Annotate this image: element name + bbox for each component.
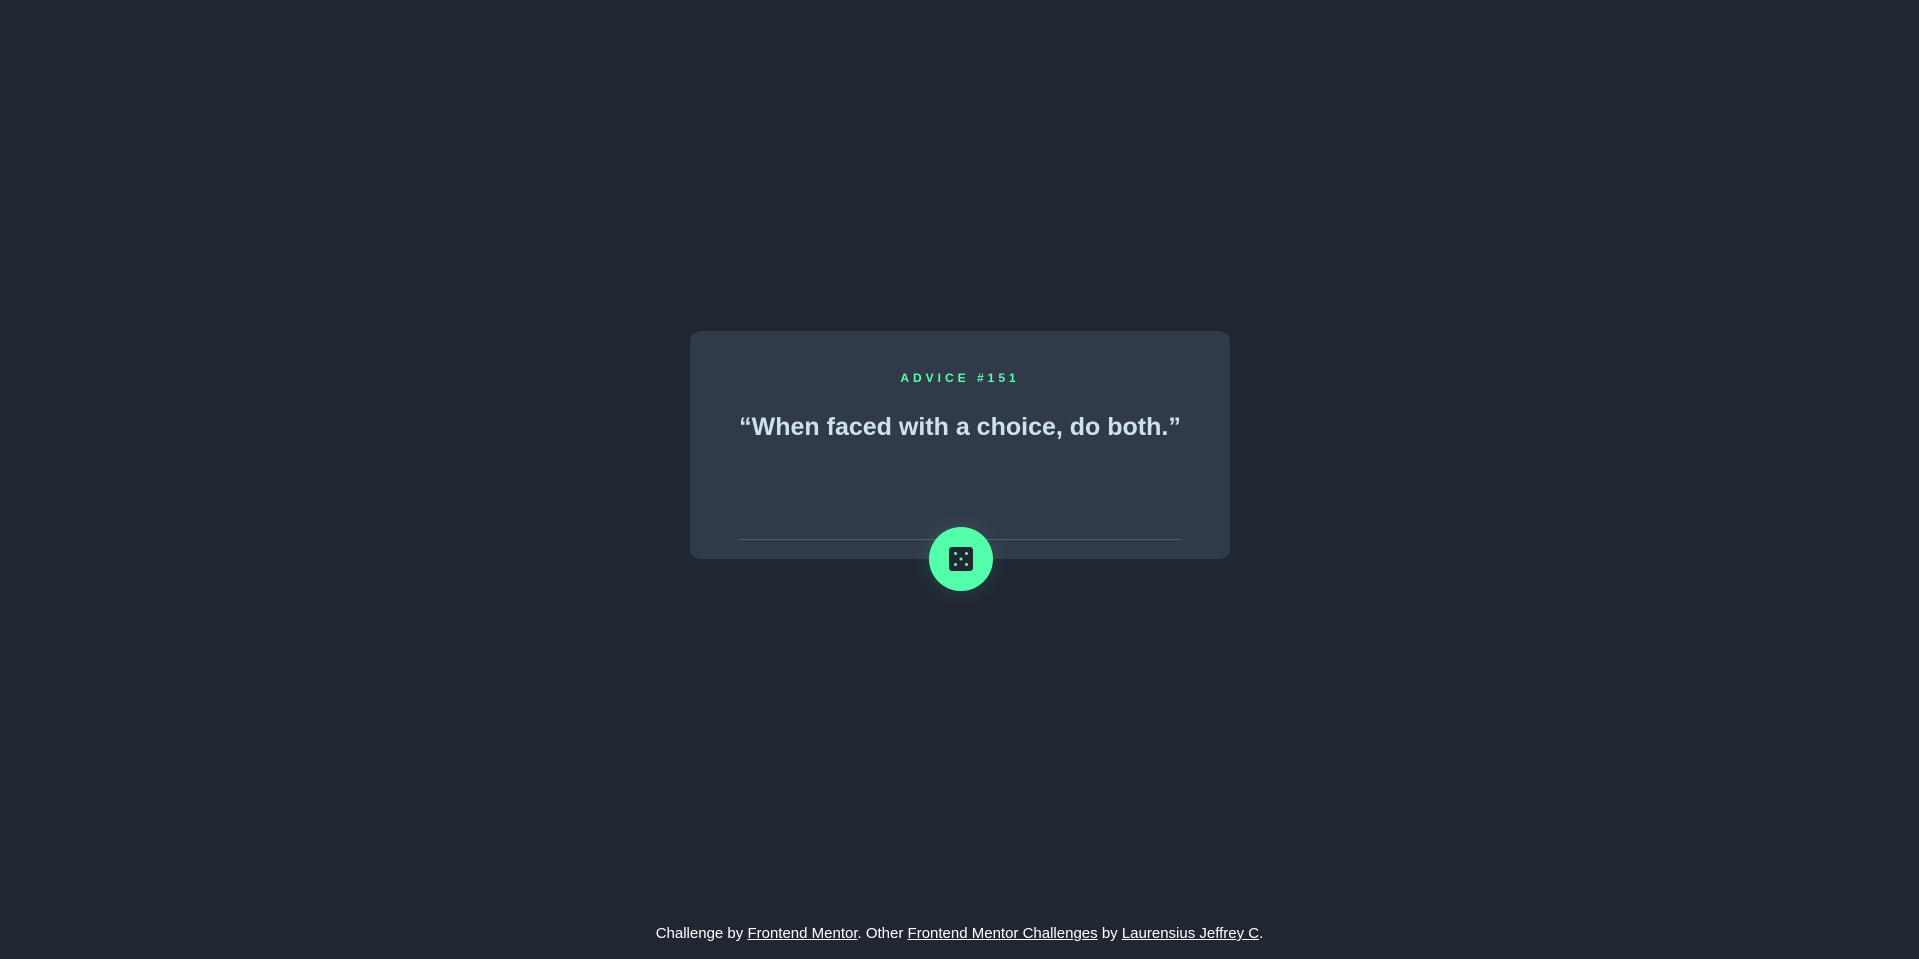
- frontend-mentor-link[interactable]: Frontend Mentor: [747, 925, 857, 942]
- attribution-footer: Challenge by Frontend Mentor. Other Fron…: [0, 925, 1919, 942]
- page: ADVICE #151 “When faced with a choice, d…: [0, 0, 1919, 959]
- challenges-link[interactable]: Frontend Mentor Challenges: [908, 925, 1098, 942]
- dice-icon: [949, 547, 973, 571]
- footer-by: by: [1101, 925, 1118, 942]
- advice-card: ADVICE #151 “When faced with a choice, d…: [690, 331, 1230, 559]
- advice-quote: “When faced with a choice, do both.”: [739, 413, 1181, 441]
- author-link[interactable]: Laurensius Jeffrey C: [1122, 925, 1259, 942]
- footer-suffix: .: [1259, 925, 1264, 942]
- advice-number: ADVICE #151: [900, 371, 1020, 385]
- footer-middle: . Other: [857, 925, 904, 942]
- new-advice-button[interactable]: [929, 527, 993, 591]
- footer-prefix: Challenge by: [655, 925, 744, 942]
